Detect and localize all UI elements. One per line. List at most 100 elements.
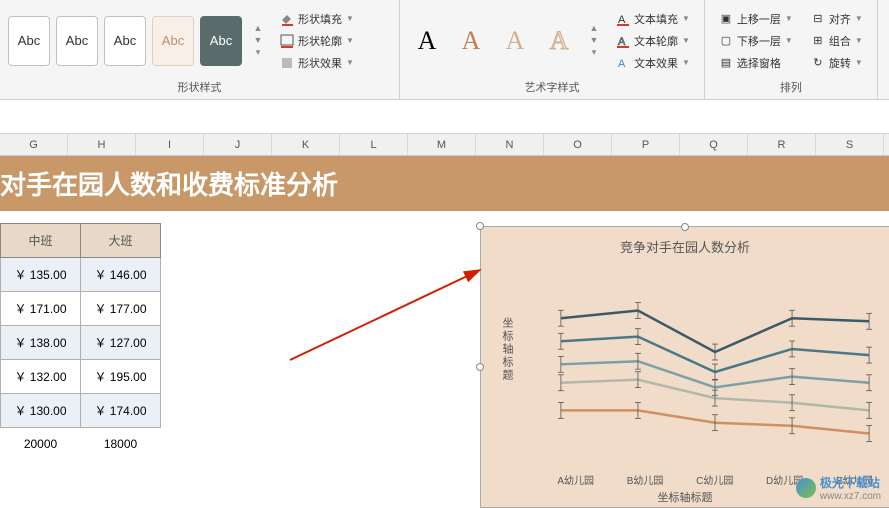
table-row[interactable]: ￥ 171.00￥ 177.00 — [1, 292, 161, 326]
text-effect-icon: A — [616, 56, 630, 70]
table-cell[interactable]: ￥ 177.00 — [81, 292, 161, 326]
bring-forward-button[interactable]: ▣上移一层▼ — [719, 11, 793, 27]
table-cell[interactable]: ￥ 174.00 — [81, 394, 161, 428]
chart-x-tick-label: A幼儿园 — [557, 472, 594, 487]
wordart-group-label: 艺术字样式 — [408, 77, 696, 97]
column-headers-row: GHIJKLMNOPQRS — [0, 134, 889, 156]
wordart-preset-1[interactable]: A — [408, 21, 446, 61]
group-icon: ⊞ — [811, 34, 825, 48]
align-button[interactable]: ⊟对齐▼ — [811, 11, 863, 27]
shape-fill-button[interactable]: 形状填充▼ — [280, 11, 354, 27]
send-backward-button[interactable]: ▢下移一层▼ — [719, 33, 793, 49]
shape-styles-group: Abc Abc Abc Abc Abc ▲▼▾ 形状填充▼ 形状轮廓▼ 形状效果… — [0, 0, 400, 99]
wordart-more-button[interactable]: ▲▼▾ — [584, 16, 604, 66]
text-effect-button[interactable]: A 文本效果▼ — [616, 55, 690, 71]
table-sum-row[interactable]: 2000018000 — [1, 428, 161, 460]
column-header[interactable]: N — [476, 134, 544, 155]
table-sum-cell[interactable]: 18000 — [81, 428, 161, 460]
shape-style-preset-1[interactable]: Abc — [8, 16, 50, 66]
table-header-mid[interactable]: 中班 — [1, 224, 81, 258]
text-fill-button[interactable]: A 文本填充▼ — [616, 11, 690, 27]
wordart-preset-4[interactable]: A — [540, 21, 578, 61]
paint-bucket-icon — [280, 12, 294, 26]
watermark-text: 极光下载站 — [820, 474, 881, 491]
data-table: 中班 大班 ￥ 135.00￥ 146.00￥ 171.00￥ 177.00￥ … — [0, 223, 161, 460]
group-button[interactable]: ⊞组合▼ — [811, 33, 863, 49]
chart-x-axis-title[interactable]: 坐标轴标题 — [658, 489, 713, 505]
wordart-preset-2[interactable]: A — [452, 21, 490, 61]
chart-object[interactable]: 竞争对手在园人数分析 坐标轴标题 A幼儿园B幼儿园C幼儿园D幼儿园E幼儿园 坐标… — [480, 226, 889, 508]
wordart-preset-3[interactable]: A — [496, 21, 534, 61]
selection-pane-icon: ▤ — [719, 56, 733, 70]
sheet-title-band: 对手在园人数和收费标准分析 — [0, 156, 889, 211]
shape-style-more-button[interactable]: ▲▼▾ — [248, 16, 268, 66]
shape-style-preset-2[interactable]: Abc — [56, 16, 98, 66]
rotate-button[interactable]: ↻旋转▼ — [811, 55, 863, 71]
column-header[interactable]: R — [748, 134, 816, 155]
outline-icon — [280, 34, 294, 48]
table-cell[interactable]: ￥ 135.00 — [1, 258, 81, 292]
shape-style-preset-4[interactable]: Abc — [152, 16, 194, 66]
column-header[interactable]: M — [408, 134, 476, 155]
table-cell[interactable]: ￥ 146.00 — [81, 258, 161, 292]
chart-plot-area[interactable] — [541, 277, 889, 467]
column-header[interactable]: Q — [680, 134, 748, 155]
selection-handle-tl[interactable] — [476, 222, 484, 230]
bring-forward-icon: ▣ — [719, 12, 733, 26]
column-header[interactable]: I — [136, 134, 204, 155]
table-row[interactable]: ￥ 138.00￥ 127.00 — [1, 326, 161, 360]
chart-x-tick-label: B幼儿园 — [627, 472, 664, 487]
column-header[interactable]: S — [816, 134, 884, 155]
table-cell[interactable]: ￥ 130.00 — [1, 394, 81, 428]
rotate-icon: ↻ — [811, 56, 825, 70]
wordart-styles-group: A A A A ▲▼▾ A 文本填充▼ A 文本轮廓▼ A 文本效果▼ 艺术字 — [400, 0, 705, 99]
shape-effect-label: 形状效果 — [298, 55, 342, 71]
table-cell[interactable]: ￥ 132.00 — [1, 360, 81, 394]
chart-title[interactable]: 竞争对手在园人数分析 — [481, 227, 889, 260]
sheet-title-text: 对手在园人数和收费标准分析 — [0, 165, 338, 202]
table-cell[interactable]: ￥ 127.00 — [81, 326, 161, 360]
column-header[interactable]: J — [204, 134, 272, 155]
svg-text:A: A — [618, 58, 626, 70]
table-row[interactable]: ￥ 130.00￥ 174.00 — [1, 394, 161, 428]
text-fill-icon: A — [616, 12, 630, 26]
ribbon-toolbar: Abc Abc Abc Abc Abc ▲▼▾ 形状填充▼ 形状轮廓▼ 形状效果… — [0, 0, 889, 100]
table-header-large[interactable]: 大班 — [81, 224, 161, 258]
size-group: ⇕高度 ⇔宽度 — [878, 0, 889, 99]
chart-x-tick-label: C幼儿园 — [696, 472, 733, 487]
line-chart-svg — [541, 277, 889, 467]
table-cell[interactable]: ￥ 195.00 — [81, 360, 161, 394]
watermark-logo-icon — [796, 478, 816, 498]
table-cell[interactable]: ￥ 138.00 — [1, 326, 81, 360]
column-header[interactable]: P — [612, 134, 680, 155]
text-effect-label: 文本效果 — [634, 55, 678, 71]
send-backward-icon: ▢ — [719, 34, 733, 48]
selection-handle-ml[interactable] — [476, 363, 484, 371]
column-header[interactable]: K — [272, 134, 340, 155]
table-sum-cell[interactable]: 20000 — [1, 428, 81, 460]
shape-fill-label: 形状填充 — [298, 11, 342, 27]
shape-outline-button[interactable]: 形状轮廓▼ — [280, 33, 354, 49]
column-header[interactable]: G — [0, 134, 68, 155]
text-outline-label: 文本轮廓 — [634, 33, 678, 49]
column-header[interactable]: H — [68, 134, 136, 155]
arrange-group: ▣上移一层▼ ▢下移一层▼ ▤选择窗格 ⊟对齐▼ ⊞组合▼ ↻旋转▼ 排列 — [705, 0, 878, 99]
table-row[interactable]: ￥ 135.00￥ 146.00 — [1, 258, 161, 292]
shape-effect-button[interactable]: 形状效果▼ — [280, 55, 354, 71]
watermark-url: www.xz7.com — [820, 491, 881, 502]
table-cell[interactable]: ￥ 171.00 — [1, 292, 81, 326]
column-header[interactable]: L — [340, 134, 408, 155]
shape-styles-group-label: 形状样式 — [8, 77, 391, 97]
shape-format-stack: 形状填充▼ 形状轮廓▼ 形状效果▼ — [274, 9, 360, 73]
align-icon: ⊟ — [811, 12, 825, 26]
selection-handle-tc[interactable] — [681, 223, 689, 231]
shape-style-preset-5[interactable]: Abc — [200, 16, 242, 66]
chart-y-axis-title[interactable]: 坐标轴标题 — [499, 317, 515, 382]
text-outline-button[interactable]: A 文本轮廓▼ — [616, 33, 690, 49]
selection-pane-button[interactable]: ▤选择窗格 — [719, 55, 793, 71]
shape-outline-label: 形状轮廓 — [298, 33, 342, 49]
column-header[interactable]: O — [544, 134, 612, 155]
watermark: 极光下载站 www.xz7.com — [796, 474, 881, 502]
table-row[interactable]: ￥ 132.00￥ 195.00 — [1, 360, 161, 394]
shape-style-preset-3[interactable]: Abc — [104, 16, 146, 66]
